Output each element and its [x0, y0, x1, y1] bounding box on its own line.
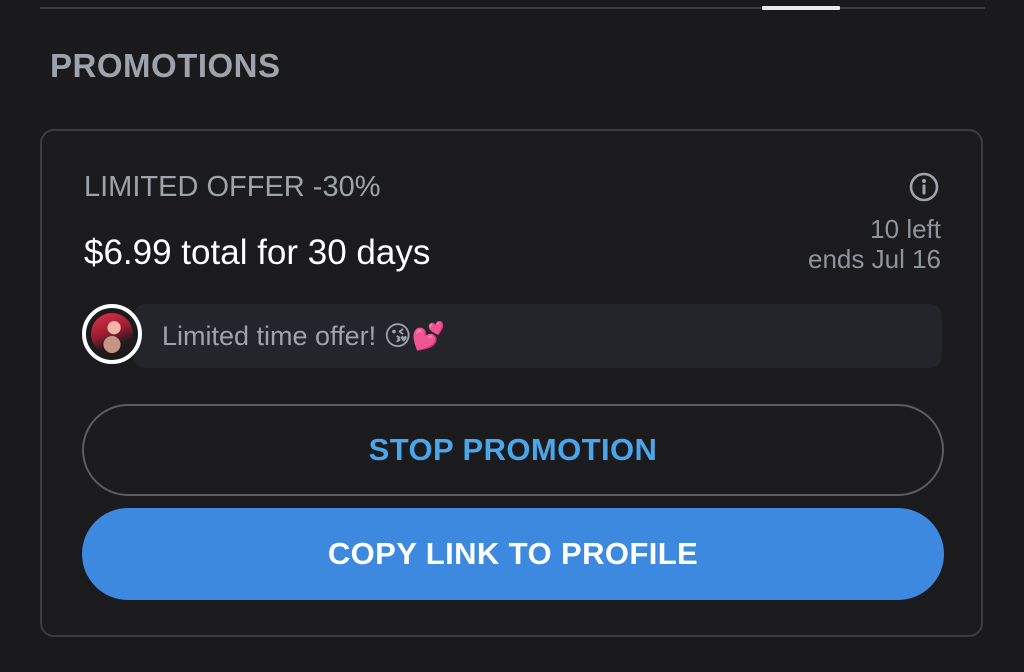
- message-text: Limited time offer! 😘💕: [162, 321, 446, 351]
- stop-promotion-button[interactable]: STOP PROMOTION: [82, 404, 944, 496]
- section-title: PROMOTIONS: [50, 47, 281, 84]
- copy-link-button[interactable]: COPY LINK TO PROFILE: [82, 508, 944, 600]
- top-divider: [40, 7, 985, 9]
- promotion-card: LIMITED OFFER -30% $6.99 total for 30 da…: [40, 129, 983, 637]
- offer-meta: 10 left ends Jul 16: [808, 214, 941, 274]
- promotion-message: Limited time offer! 😘💕: [134, 304, 942, 368]
- end-date: ends Jul 16: [808, 244, 941, 274]
- offer-label: LIMITED OFFER -30%: [84, 171, 381, 203]
- avatar-image: [91, 313, 133, 355]
- remaining-count: 10 left: [870, 214, 941, 244]
- info-icon[interactable]: [908, 171, 940, 203]
- price-text: $6.99 total for 30 days: [84, 233, 431, 272]
- active-tab-indicator: [762, 6, 840, 10]
- avatar: [82, 304, 142, 364]
